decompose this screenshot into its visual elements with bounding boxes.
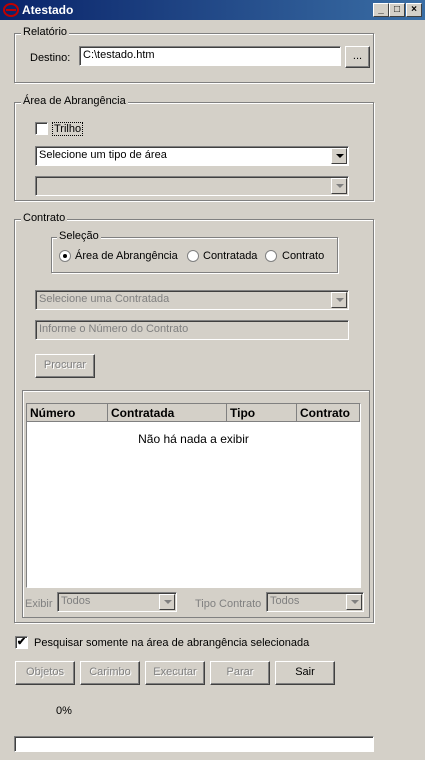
results-table[interactable]: Número Contratada Tipo Contrato Não há n…: [26, 403, 361, 588]
relatorio-legend: Relatório: [21, 26, 70, 38]
radio-contrato[interactable]: [265, 250, 277, 262]
destino-label: Destino:: [30, 52, 71, 64]
radio-contratada-label[interactable]: Contratada: [203, 250, 257, 262]
close-button[interactable]: ×: [406, 3, 422, 17]
progress-percent: 0%: [56, 705, 72, 717]
pesquisar-checkbox[interactable]: ✔: [15, 636, 28, 649]
app-icon: [3, 3, 19, 17]
col-header-tipo[interactable]: Tipo: [227, 404, 297, 422]
minimize-button[interactable]: _: [373, 3, 389, 17]
sub-area-select[interactable]: [35, 176, 349, 196]
tipo-contrato-select[interactable]: Todos: [266, 592, 364, 612]
chevron-down-icon[interactable]: [331, 148, 347, 164]
window-title: Atestado: [22, 3, 74, 17]
chevron-down-icon[interactable]: [159, 594, 175, 610]
sair-button[interactable]: Sair: [275, 661, 335, 685]
tipo-contrato-value: Todos: [270, 595, 300, 607]
progress-bar: [14, 736, 374, 752]
chevron-down-icon[interactable]: [331, 292, 347, 308]
chevron-down-icon[interactable]: [331, 178, 347, 194]
carimbo-button[interactable]: Carimbo: [80, 661, 140, 685]
trilho-label[interactable]: Trilho: [52, 122, 84, 136]
area-legend: Área de Abrangência: [21, 95, 128, 107]
executar-button[interactable]: Executar: [145, 661, 205, 685]
tipo-area-value: Selecione um tipo de área: [39, 149, 167, 161]
contratada-select[interactable]: Selecione uma Contratada: [35, 290, 349, 310]
destino-input[interactable]: C:\testado.htm: [79, 46, 341, 66]
tipo-area-select[interactable]: Selecione um tipo de área: [35, 146, 349, 166]
pesquisar-label[interactable]: Pesquisar somente na área de abrangência…: [34, 637, 309, 649]
procurar-button[interactable]: Procurar: [35, 354, 95, 378]
empty-message: Não há nada a exibir: [138, 432, 249, 446]
objetos-button[interactable]: Objetos: [15, 661, 75, 685]
col-header-contrato[interactable]: Contrato: [297, 404, 360, 422]
exibir-select[interactable]: Todos: [57, 592, 177, 612]
browse-button[interactable]: ...: [345, 46, 370, 68]
col-header-numero[interactable]: Número: [27, 404, 108, 422]
title-bar[interactable]: Atestado _ □ ×: [0, 0, 425, 20]
radio-area-abrangencia[interactable]: [59, 250, 71, 262]
col-header-contratada[interactable]: Contratada: [108, 404, 227, 422]
contrato-legend: Contrato: [21, 212, 68, 224]
exibir-value: Todos: [61, 595, 91, 607]
exibir-label: Exibir: [25, 598, 53, 610]
tipo-contrato-label: Tipo Contrato: [195, 598, 262, 610]
radio-area-abrangencia-label[interactable]: Área de Abrangência: [75, 250, 178, 262]
trilho-checkbox[interactable]: [35, 122, 48, 135]
numero-contrato-input[interactable]: Informe o Número do Contrato: [35, 320, 349, 340]
chevron-down-icon[interactable]: [346, 594, 362, 610]
selecao-legend: Seleção: [57, 230, 101, 242]
radio-contrato-label[interactable]: Contrato: [282, 250, 324, 262]
radio-contratada[interactable]: [187, 250, 199, 262]
contratada-select-value: Selecione uma Contratada: [39, 293, 170, 305]
parar-button[interactable]: Parar: [210, 661, 270, 685]
maximize-button[interactable]: □: [389, 3, 405, 17]
